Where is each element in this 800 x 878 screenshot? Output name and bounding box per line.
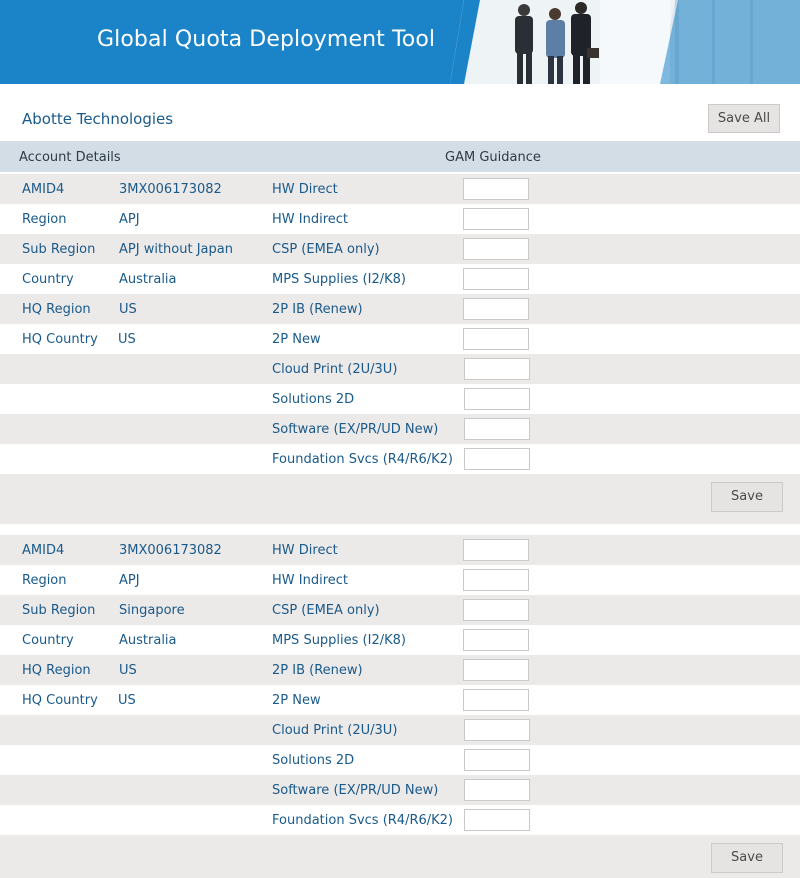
guidance-input[interactable] [463,569,529,591]
guidance-label: Solutions 2D [272,753,355,768]
table-row: Cloud Print (2U/3U) [0,354,800,384]
account-detail-label: HQ Country [22,693,98,708]
guidance-input[interactable] [463,238,529,260]
account-detail-value: US [119,663,137,678]
table-row: Solutions 2D [0,384,800,414]
guidance-label: Software (EX/PR/UD New) [272,422,439,437]
gam-guidance-header: GAM Guidance [445,150,541,165]
guidance-label: Software (EX/PR/UD New) [272,783,439,798]
table-row: Country Australia MPS Supplies (I2/K8) [0,264,800,294]
company-name: Abotte Technologies [22,110,174,128]
table-row: Cloud Print (2U/3U) [0,715,800,745]
account-detail-label: Region [22,573,67,588]
account-detail-value: APJ [119,212,140,227]
account-detail-value: 3MX006173082 [119,543,222,558]
guidance-label: 2P IB (Renew) [272,302,363,317]
guidance-label: Foundation Svcs (R4/R6/K2) [272,813,454,828]
business-people-image [450,0,800,84]
guidance-label: MPS Supplies (I2/K8) [272,633,406,648]
table-row: Solutions 2D [0,745,800,775]
table-row: AMID4 3MX006173082 HW Direct [0,174,800,204]
guidance-label: HW Direct [272,182,338,197]
guidance-label: Cloud Print (2U/3U) [272,723,398,738]
account-detail-label: Country [22,272,74,287]
guidance-label: 2P New [272,693,321,708]
table-row: Foundation Svcs (R4/R6/K2) [0,444,800,474]
save-bar: Save [0,474,800,524]
account-detail-label: Country [22,633,74,648]
guidance-input[interactable] [463,629,529,651]
guidance-input[interactable] [464,358,530,380]
guidance-input[interactable] [464,388,530,410]
guidance-label: CSP (EMEA only) [272,242,380,257]
account-detail-value: US [118,693,136,708]
account-detail-value: Australia [119,633,177,648]
guidance-input[interactable] [463,328,529,350]
account-detail-label: AMID4 [22,182,65,197]
account-detail-label: HQ Country [22,332,98,347]
app-title: Global Quota Deployment Tool [97,27,436,52]
account-detail-value: 3MX006173082 [119,182,222,197]
guidance-label: 2P New [272,332,321,347]
table-row: Country Australia MPS Supplies (I2/K8) [0,625,800,655]
guidance-label: HW Direct [272,543,338,558]
account-details-header: Account Details [19,150,121,165]
guidance-input[interactable] [464,448,530,470]
table-row: Sub Region Singapore CSP (EMEA only) [0,595,800,625]
header-photo [450,0,800,84]
guidance-label: HW Indirect [272,573,349,588]
account-detail-label: AMID4 [22,543,65,558]
guidance-input[interactable] [464,809,530,831]
account-detail-label: HQ Region [22,663,91,678]
table-row: HQ Region US 2P IB (Renew) [0,294,800,324]
account-detail-value: Australia [119,272,177,287]
save-all-button[interactable]: Save All [708,104,780,133]
account-detail-value: Singapore [119,603,185,618]
account-detail-label: Sub Region [22,242,96,257]
guidance-label: 2P IB (Renew) [272,663,363,678]
account-detail-label: Region [22,212,67,227]
table-row: Foundation Svcs (R4/R6/K2) [0,805,800,835]
account-detail-value: US [119,302,137,317]
table-row: Sub Region APJ without Japan CSP (EMEA onl… [0,234,800,264]
column-header-bar: Account Details GAM Guidance [0,141,800,172]
guidance-label: MPS Supplies (I2/K8) [272,272,406,287]
guidance-input[interactable] [464,779,530,801]
table-row: AMID4 3MX006173082 HW Direct [0,535,800,565]
table-row: HQ Region US 2P IB (Renew) [0,655,800,685]
save-button[interactable]: Save [711,482,783,512]
guidance-label: Cloud Print (2U/3U) [272,362,398,377]
guidance-label: Solutions 2D [272,392,355,407]
guidance-input[interactable] [463,689,529,711]
save-button[interactable]: Save [711,843,783,873]
guidance-input[interactable] [463,268,529,290]
guidance-input[interactable] [463,659,529,681]
guidance-label: CSP (EMEA only) [272,603,380,618]
save-bar: Save [0,835,800,878]
guidance-input[interactable] [463,539,529,561]
guidance-label: Foundation Svcs (R4/R6/K2) [272,452,454,467]
table-row: Software (EX/PR/UD New) [0,775,800,805]
table-row: Region APJ HW Indirect [0,204,800,234]
account-detail-value: APJ [119,573,140,588]
app-header: Global Quota Deployment Tool [0,0,800,84]
table-row: HQ Country US 2P New [0,324,800,354]
guidance-input[interactable] [463,178,529,200]
guidance-label: HW Indirect [272,212,349,227]
guidance-input[interactable] [464,719,530,741]
guidance-input[interactable] [464,418,530,440]
guidance-input[interactable] [463,208,529,230]
account-detail-label: Sub Region [22,603,96,618]
table-row: HQ Country US 2P New [0,685,800,715]
table-row: Region APJ HW Indirect [0,565,800,595]
guidance-input[interactable] [463,298,529,320]
account-detail-value: APJ without Japan [119,242,233,257]
account-detail-label: HQ Region [22,302,91,317]
guidance-input[interactable] [463,599,529,621]
guidance-input[interactable] [464,749,530,771]
account-detail-value: US [118,332,136,347]
table-row: Software (EX/PR/UD New) [0,414,800,444]
